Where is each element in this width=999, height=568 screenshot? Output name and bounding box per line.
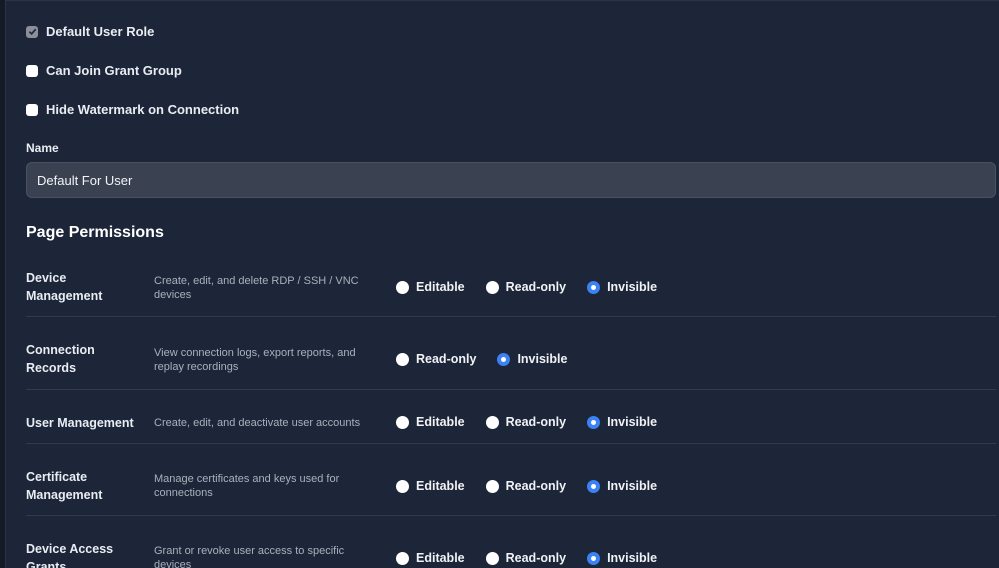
radio-label: Invisible (607, 415, 658, 429)
radio-read-only[interactable]: Read-only (485, 415, 567, 429)
permission-row-user-management: User Management Create, edit, and deacti… (26, 390, 996, 444)
radio-editable[interactable]: Editable (396, 551, 465, 565)
radio-editable[interactable]: Editable (396, 415, 465, 429)
checkbox-label: Can Join Grant Group (46, 63, 182, 78)
radio-invisible[interactable]: Invisible (587, 479, 657, 493)
permission-row-device-access-grants: Device Access Grants Grant or revoke use… (26, 516, 996, 568)
radio-unselected-icon[interactable] (396, 551, 409, 565)
radio-label: Editable (416, 280, 465, 294)
radio-invisible[interactable]: Invisible (587, 551, 657, 565)
permission-radio-group: Editable Read-only Invisible (396, 479, 678, 493)
radio-selected-icon[interactable] (587, 280, 601, 294)
radio-label: Editable (416, 415, 465, 429)
permission-name: Device Access Grants (26, 542, 114, 568)
radio-unselected-icon[interactable] (396, 280, 409, 294)
radio-unselected-icon[interactable] (485, 415, 499, 429)
radio-invisible[interactable]: Invisible (587, 415, 657, 429)
role-settings-panel: Default User Role Can Join Grant Group H… (5, 0, 999, 568)
radio-read-only[interactable]: Read-only (396, 352, 476, 366)
radio-selected-icon[interactable] (587, 551, 601, 565)
radio-unselected-icon[interactable] (485, 551, 499, 565)
permission-name: Certificate Management (26, 470, 103, 502)
permission-row-certificate-management: Certificate Management Manage certificat… (26, 444, 996, 516)
permission-name: Connection Records (26, 343, 95, 375)
permission-description: View connection logs, export reports, an… (154, 347, 356, 373)
checkbox-unchecked-icon[interactable] (26, 103, 38, 116)
permission-name: User Management (26, 416, 134, 430)
radio-unselected-icon[interactable] (396, 479, 409, 493)
permission-radio-group: Read-only Invisible (396, 352, 588, 366)
checkbox-unchecked-icon[interactable] (26, 64, 38, 77)
permission-description: Create, edit, and deactivate user accoun… (154, 417, 361, 429)
permission-row-device-management: Device Management Create, edit, and dele… (26, 259, 996, 317)
radio-invisible[interactable]: Invisible (497, 352, 567, 366)
name-input[interactable] (26, 162, 996, 198)
radio-unselected-icon[interactable] (396, 352, 409, 366)
permission-radio-group: Editable Read-only Invisible (396, 280, 678, 294)
page-permissions-title: Page Permissions (26, 224, 164, 241)
permission-description: Create, edit, and delete RDP / SSH / VNC… (154, 275, 359, 301)
checkbox-label: Hide Watermark on Connection (46, 102, 240, 117)
radio-label: Read-only (505, 280, 567, 294)
radio-editable[interactable]: Editable (396, 479, 465, 493)
checkbox-default-user-role[interactable]: Default User Role (26, 24, 154, 39)
permission-radio-group: Editable Read-only Invisible (396, 551, 678, 565)
checkbox-can-join-grant-group[interactable]: Can Join Grant Group (26, 63, 182, 78)
permission-radio-group: Editable Read-only Invisible (396, 415, 678, 429)
radio-label: Invisible (607, 479, 658, 493)
radio-label: Read-only (505, 415, 567, 429)
checkbox-checked-icon[interactable] (26, 25, 38, 38)
radio-unselected-icon[interactable] (485, 280, 499, 294)
radio-read-only[interactable]: Read-only (485, 479, 567, 493)
radio-label: Read-only (416, 352, 477, 366)
radio-unselected-icon[interactable] (485, 479, 499, 493)
radio-selected-icon[interactable] (587, 479, 601, 493)
radio-label: Read-only (505, 551, 567, 565)
permission-name: Device Management (26, 271, 103, 303)
radio-read-only[interactable]: Read-only (485, 551, 567, 565)
radio-selected-icon[interactable] (497, 352, 511, 366)
radio-label: Editable (416, 551, 465, 565)
radio-unselected-icon[interactable] (396, 415, 409, 429)
checkbox-hide-watermark[interactable]: Hide Watermark on Connection (26, 102, 239, 117)
radio-read-only[interactable]: Read-only (485, 280, 567, 294)
permission-description: Manage certificates and keys used for co… (154, 473, 340, 499)
permission-row-connection-records: Connection Records View connection logs,… (26, 317, 996, 390)
permission-description: Grant or revoke user access to specific … (154, 545, 345, 568)
checkbox-label: Default User Role (46, 24, 155, 39)
radio-label: Editable (416, 479, 465, 493)
radio-label: Invisible (607, 280, 658, 294)
radio-editable[interactable]: Editable (396, 280, 465, 294)
name-field-label: Name (26, 141, 59, 155)
radio-label: Read-only (505, 479, 567, 493)
radio-label: Invisible (517, 352, 568, 366)
radio-selected-icon[interactable] (587, 415, 601, 429)
radio-label: Invisible (607, 551, 658, 565)
radio-invisible[interactable]: Invisible (587, 280, 657, 294)
